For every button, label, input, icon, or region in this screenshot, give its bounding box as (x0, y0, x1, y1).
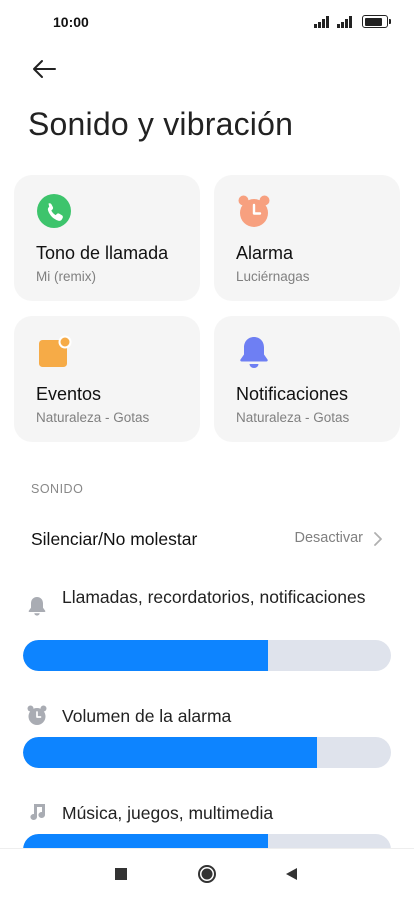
slider-fill (23, 737, 318, 768)
recents-icon (115, 867, 127, 880)
card-subtitle: Naturaleza - Gotas (36, 410, 150, 425)
recents-button[interactable] (97, 849, 145, 897)
volume-slider-alarm[interactable] (23, 737, 391, 768)
signal-icon (314, 15, 332, 28)
navigation-bar (0, 848, 414, 897)
volume-slider-notifications[interactable] (23, 640, 391, 671)
card-subtitle: Mi (remix) (36, 269, 96, 284)
alarm-clock-icon (238, 195, 270, 227)
calendar-event-icon (39, 335, 72, 367)
dnd-value: Desactivar (294, 530, 364, 546)
bell-icon (240, 337, 268, 368)
battery-icon (362, 15, 391, 28)
volume-label: Llamadas, recordatorios, notificaciones (62, 587, 366, 607)
card-subtitle: Naturaleza - Gotas (236, 410, 350, 425)
chevron-right-icon (374, 532, 382, 546)
card-alarm[interactable]: Alarma Luciérnagas (214, 175, 400, 301)
card-notifications[interactable]: Notificaciones Naturaleza - Gotas (214, 316, 400, 442)
do-not-disturb-row[interactable]: Silenciar/No molestar Desactivar (0, 512, 414, 566)
card-ringtone[interactable]: Tono de llamada Mi (remix) (14, 175, 200, 301)
card-title: Notificaciones (236, 384, 349, 404)
arrow-left-icon (33, 60, 56, 78)
card-subtitle: Luciérnagas (236, 269, 310, 284)
card-title: Alarma (236, 243, 294, 263)
home-button[interactable] (183, 849, 231, 897)
back-triangle-icon (286, 867, 297, 880)
card-events[interactable]: Eventos Naturaleza - Gotas (14, 316, 200, 442)
battery-level (364, 17, 382, 26)
status-bar: 10:00 (0, 0, 414, 46)
screen: 10:00 Sonido y vibración Tono de llamada… (0, 0, 414, 897)
section-header-sound: SONIDO (31, 482, 84, 496)
alarm-clock-icon (27, 705, 47, 725)
back-button[interactable] (28, 54, 60, 84)
card-title: Tono de llamada (36, 243, 169, 263)
signal-icon (337, 15, 355, 28)
status-icons (314, 15, 391, 28)
volume-label: Volumen de la alarma (62, 706, 232, 726)
volume-label: Música, juegos, multimedia (62, 803, 274, 823)
home-icon (198, 864, 216, 883)
page-title: Sonido y vibración (28, 106, 294, 142)
phone-icon (37, 194, 71, 228)
bell-icon (28, 597, 46, 616)
status-time: 10:00 (53, 14, 89, 30)
back-nav-button[interactable] (268, 849, 316, 897)
dnd-label: Silenciar/No molestar (31, 529, 198, 549)
music-note-icon (30, 804, 45, 820)
card-title: Eventos (36, 384, 102, 404)
slider-fill (23, 640, 268, 671)
